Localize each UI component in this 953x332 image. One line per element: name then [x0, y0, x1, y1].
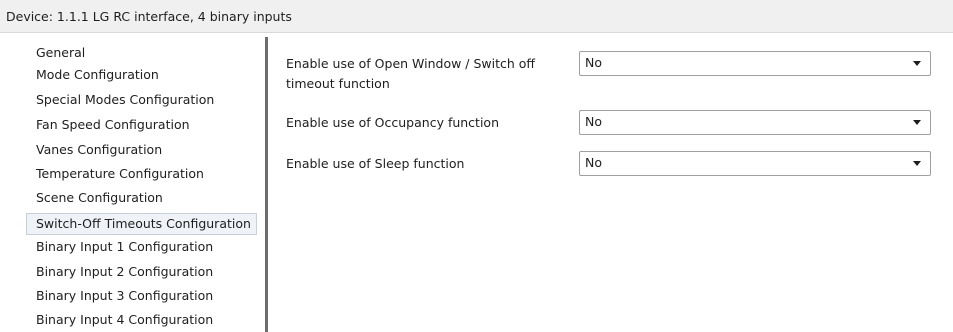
device-title: Device: 1.1.1 LG RC interface, 4 binary …: [6, 9, 292, 24]
sidebar-item-temperature-configuration[interactable]: Temperature Configuration: [27, 163, 209, 185]
sidebar-item-general[interactable]: General: [27, 42, 90, 64]
occupancy-function-value: No: [585, 114, 602, 129]
sidebar-item-fan-speed-configuration[interactable]: Fan Speed Configuration: [27, 114, 195, 136]
occupancy-function-label: Enable use of Occupancy function: [286, 115, 500, 130]
open-window-timeout-value: No: [585, 55, 602, 70]
sidebar-item-binary-input-1-configuration[interactable]: Binary Input 1 Configuration: [27, 236, 218, 258]
open-window-timeout-label: Enable use of Open Window / Switch off t…: [286, 56, 536, 91]
sidebar-item-mode-configuration[interactable]: Mode Configuration: [27, 64, 164, 86]
sidebar-item-switch-off-timeouts-configuration[interactable]: Switch-Off Timeouts Configuration: [26, 213, 257, 235]
sidebar-item-binary-input-3-configuration[interactable]: Binary Input 3 Configuration: [27, 285, 218, 307]
open-window-timeout-select[interactable]: No: [579, 51, 931, 76]
sleep-function-label: Enable use of Sleep function: [286, 156, 465, 171]
sidebar-item-special-modes-configuration[interactable]: Special Modes Configuration: [27, 89, 219, 111]
device-title-bar: Device: 1.1.1 LG RC interface, 4 binary …: [0, 0, 953, 33]
sidebar-item-scene-configuration[interactable]: Scene Configuration: [27, 187, 168, 209]
chevron-down-icon: [913, 61, 921, 66]
sidebar-item-binary-input-2-configuration[interactable]: Binary Input 2 Configuration: [27, 261, 218, 283]
sidebar: General Mode Configuration Special Modes…: [0, 33, 265, 332]
chevron-down-icon: [913, 161, 921, 166]
sidebar-item-binary-input-4-configuration[interactable]: Binary Input 4 Configuration: [27, 309, 218, 331]
sidebar-item-vanes-configuration[interactable]: Vanes Configuration: [27, 139, 167, 161]
parameter-panel: Enable use of Open Window / Switch off t…: [268, 33, 953, 332]
sleep-function-select[interactable]: No: [579, 151, 931, 176]
chevron-down-icon: [913, 120, 921, 125]
sleep-function-value: No: [585, 155, 602, 170]
occupancy-function-select[interactable]: No: [579, 110, 931, 135]
